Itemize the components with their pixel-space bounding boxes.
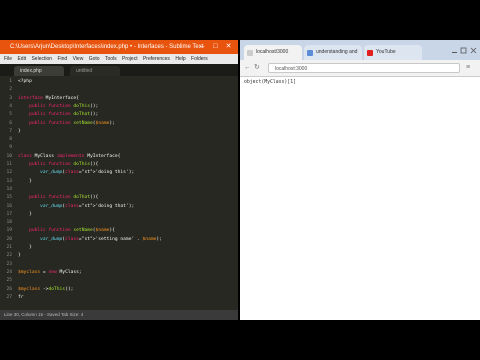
title-bar: C:\Users\Arjun\Desktop\Interfaces\index.… — [0, 40, 238, 54]
reload-icon[interactable]: ↻ — [254, 63, 260, 73]
line-number: 23 — [6, 261, 12, 267]
code-line: class MyClass implements MyInterface{ — [18, 153, 121, 159]
line-number: 9 — [9, 145, 12, 151]
code-line: public function doThis(); — [29, 103, 99, 109]
browser-toolbar: ← ↻ localhost:3000 ≡ — [240, 60, 480, 77]
address-bar[interactable]: localhost:3000 — [268, 63, 460, 73]
code-line: interface MyInterface{ — [18, 95, 79, 101]
maximize-icon[interactable]: □ — [211, 42, 220, 51]
menu-view[interactable]: View — [73, 56, 84, 62]
line-number: 7 — [9, 128, 12, 134]
line-number: 27 — [6, 294, 12, 300]
maximize-icon[interactable] — [460, 47, 467, 54]
editor-tab-bar: index.php untitled — [0, 64, 238, 76]
menu-tools[interactable]: Tools — [105, 56, 117, 62]
line-number: 1 — [9, 79, 12, 84]
code-line: public function doThat(); — [29, 112, 99, 118]
site-icon — [307, 50, 313, 56]
line-number: 8 — [9, 137, 12, 143]
code-line: public function setName($name); — [29, 120, 115, 126]
back-icon[interactable]: ← — [244, 63, 251, 73]
menu-edit[interactable]: Edit — [17, 56, 26, 62]
menu-file[interactable]: File — [4, 56, 12, 62]
line-number: 4 — [9, 103, 12, 109]
line-number: 6 — [9, 120, 12, 126]
line-number: 24 — [6, 269, 12, 275]
browser-window: localhost/3000 understanding and im... Y… — [240, 40, 480, 320]
var-dump-output: object(MyClass)[1] — [244, 80, 296, 85]
close-icon[interactable] — [470, 47, 477, 54]
browser-tab-understanding[interactable]: understanding and im... — [304, 45, 362, 70]
line-number: 19 — [6, 228, 12, 234]
line-number: 12 — [6, 170, 12, 176]
line-number: 13 — [6, 178, 12, 184]
browser-tab-bar: localhost/3000 understanding and im... Y… — [240, 40, 480, 70]
line-number: 16 — [6, 203, 12, 209]
browser-tab-youtube[interactable]: YouTube — [364, 45, 422, 60]
code-line: } — [18, 253, 21, 259]
menu-preferences[interactable]: Preferences — [143, 56, 170, 62]
status-text: Line 30, Column 15 - Saved Tab Size: 4 — [4, 312, 84, 317]
line-number: 3 — [9, 95, 12, 101]
code-line: <?php — [18, 79, 32, 84]
line-number: 10 — [6, 153, 12, 159]
browser-tab-label: localhost/3000 — [256, 49, 289, 55]
line-number: 5 — [9, 112, 12, 118]
code-line: public function setName($name){ — [29, 228, 115, 234]
menu-goto[interactable]: Goto — [89, 56, 100, 62]
code-line: $myclass = new MyClass; — [18, 269, 82, 275]
line-number: 18 — [6, 220, 12, 226]
menu-find[interactable]: Find — [57, 56, 67, 62]
sublime-window: C:\Users\Arjun\Desktop\Interfaces\index.… — [0, 40, 238, 320]
window-title: C:\Users\Arjun\Desktop\Interfaces\index.… — [10, 44, 204, 50]
menu-icon[interactable]: ≡ — [466, 63, 470, 73]
youtube-icon — [367, 50, 373, 56]
line-number: 14 — [6, 186, 12, 192]
line-number: 2 — [9, 87, 12, 93]
code-line: } — [18, 178, 32, 184]
code-line: var_dump(class="st">'doing this'); — [40, 170, 135, 176]
line-number: 22 — [6, 253, 12, 259]
code-line: var_dump(class="st">'doing that'); — [40, 203, 135, 209]
minimize-icon[interactable] — [452, 52, 457, 53]
code-line: public function doThat(){ — [29, 195, 99, 201]
line-number: 15 — [6, 195, 12, 201]
url-text: localhost:3000 — [275, 66, 308, 72]
close-icon[interactable]: ✕ — [224, 42, 233, 51]
menu-folders[interactable]: Folders — [191, 56, 208, 62]
code-editor[interactable]: 1 <?php 2 3 interface MyInterface{4 public f… — [0, 76, 238, 310]
line-number: 21 — [6, 245, 12, 250]
tab-untitled[interactable]: untitled — [70, 66, 120, 76]
code-line: var_dump(class="st">'setting name' . $na… — [40, 236, 162, 242]
code-line: public function doThis(){ — [29, 162, 99, 167]
window-controls — [452, 42, 478, 54]
line-number: 11 — [6, 162, 12, 167]
line-number: 20 — [6, 236, 12, 242]
menu-selection[interactable]: Selection — [31, 56, 52, 62]
minimize-icon[interactable]: – — [198, 42, 207, 51]
page-content: object(MyClass)[1] — [240, 77, 480, 320]
code-line: fr — [18, 294, 24, 300]
line-number: 25 — [6, 278, 12, 284]
browser-tab-label: YouTube — [376, 49, 396, 55]
menu-project[interactable]: Project — [122, 56, 138, 62]
code-line: } — [18, 245, 32, 250]
code-line: $myclass ->doThis(); — [18, 286, 74, 292]
browser-tab-localhost[interactable]: localhost/3000 — [244, 45, 302, 60]
code-line: } — [18, 128, 21, 134]
menu-help[interactable]: Help — [175, 56, 185, 62]
line-number: 26 — [6, 286, 12, 292]
line-number: 17 — [6, 211, 12, 217]
tab-index-php[interactable]: index.php — [14, 66, 64, 76]
menu-bar: File Edit Selection Find View Goto Tools… — [0, 54, 238, 64]
code-line: } — [18, 211, 32, 217]
status-bar: Line 30, Column 15 - Saved Tab Size: 4 — [0, 310, 238, 320]
page-icon — [247, 50, 253, 56]
